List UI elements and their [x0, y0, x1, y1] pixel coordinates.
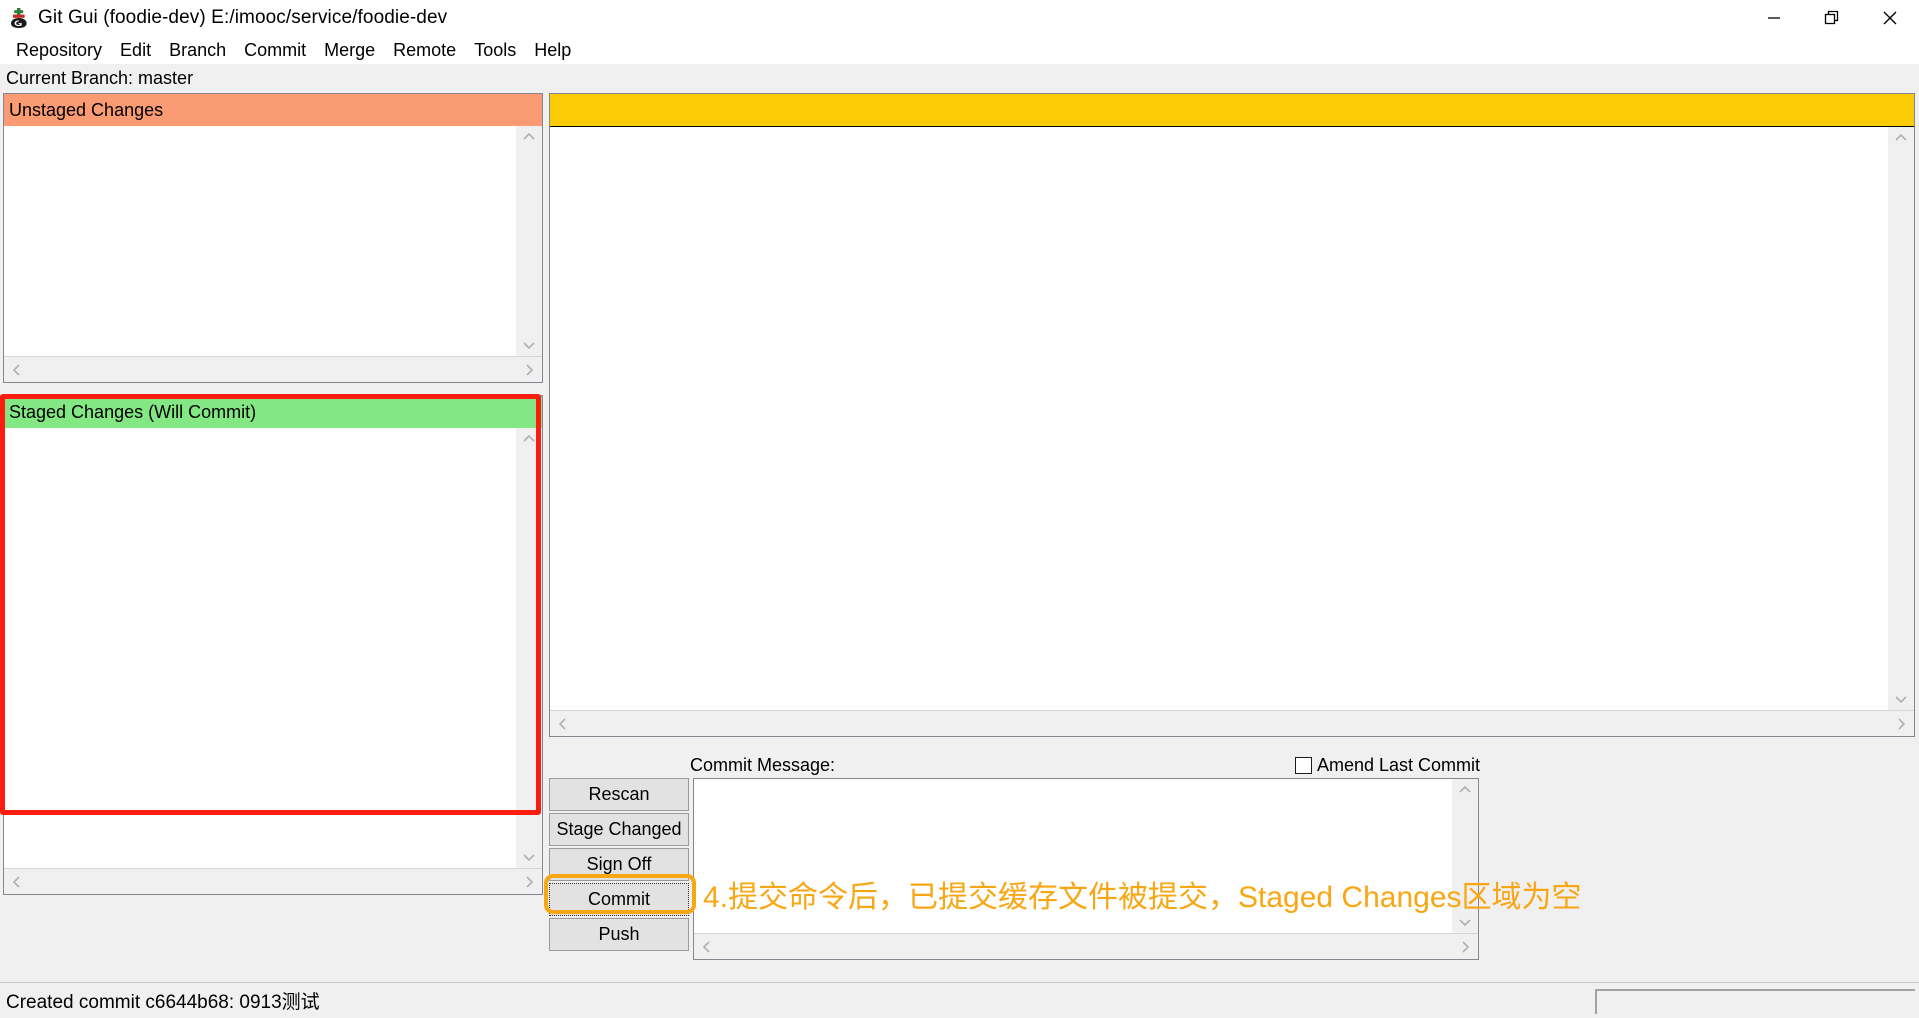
close-icon	[1883, 11, 1897, 25]
scroll-right-icon[interactable]	[516, 361, 542, 379]
stage-changed-button[interactable]: Stage Changed	[549, 813, 689, 846]
menu-bar: Repository Edit Branch Commit Merge Remo…	[0, 36, 1919, 64]
menu-commit[interactable]: Commit	[235, 39, 315, 62]
push-button[interactable]: Push	[549, 918, 689, 951]
checkbox-icon[interactable]	[1294, 756, 1312, 774]
git-gui-window: Git Gui (foodie-dev) E:/imooc/service/fo…	[0, 0, 1919, 1018]
scroll-down-icon[interactable]	[1892, 688, 1910, 710]
rescan-button[interactable]: Rescan	[549, 778, 689, 811]
staged-horizontal-scrollbar[interactable]	[4, 868, 542, 894]
scroll-right-icon[interactable]	[516, 873, 542, 891]
diff-text-area[interactable]	[550, 127, 1888, 710]
diff-viewer	[549, 93, 1915, 737]
scroll-down-icon[interactable]	[520, 846, 538, 868]
menu-merge[interactable]: Merge	[315, 39, 384, 62]
commit-message-label-row: Commit Message: Amend Last Commit	[690, 752, 1480, 778]
scroll-left-icon[interactable]	[4, 873, 30, 891]
staged-changes-list[interactable]	[4, 428, 516, 868]
diff-horizontal-scrollbar[interactable]	[550, 710, 1914, 736]
commit-message-box	[693, 778, 1479, 960]
menu-remote[interactable]: Remote	[384, 39, 465, 62]
window-title: Git Gui (foodie-dev) E:/imooc/service/fo…	[38, 7, 448, 28]
git-gui-icon	[8, 7, 30, 29]
amend-last-commit-checkbox[interactable]: Amend Last Commit	[1294, 754, 1480, 776]
title-bar: Git Gui (foodie-dev) E:/imooc/service/fo…	[0, 0, 1919, 36]
staged-vertical-scrollbar[interactable]	[516, 428, 542, 868]
unstaged-changes-header: Unstaged Changes	[4, 94, 542, 126]
menu-repository[interactable]: Repository	[7, 39, 111, 62]
unstaged-changes-list[interactable]	[4, 126, 516, 356]
scroll-left-icon[interactable]	[4, 361, 30, 379]
scroll-up-icon[interactable]	[520, 126, 538, 148]
window-controls	[1745, 0, 1919, 36]
scroll-down-icon[interactable]	[520, 334, 538, 356]
status-progress-box	[1595, 989, 1915, 1014]
menu-tools[interactable]: Tools	[465, 39, 525, 62]
amend-last-commit-label: Amend Last Commit	[1316, 754, 1480, 775]
annotation-text: 4.提交命令后，已提交缓存文件被提交，Staged Changes区域为空	[703, 881, 1582, 914]
scroll-right-icon[interactable]	[1452, 938, 1478, 956]
diff-vertical-scrollbar[interactable]	[1888, 127, 1914, 710]
scroll-up-icon[interactable]	[520, 428, 538, 450]
status-bar: Created commit c6644b68: 0913测试	[0, 982, 1919, 1018]
scroll-left-icon[interactable]	[550, 715, 576, 733]
status-message: Created commit c6644b68: 0913测试	[6, 992, 320, 1013]
menu-edit[interactable]: Edit	[111, 39, 160, 62]
staged-changes-header: Staged Changes (Will Commit)	[4, 396, 542, 428]
unstaged-vertical-scrollbar[interactable]	[516, 126, 542, 356]
unstaged-changes-panel: Unstaged Changes	[3, 93, 543, 383]
commit-button[interactable]: Commit	[549, 883, 689, 916]
changes-column: Unstaged Changes Staged Changes (Will Co…	[0, 93, 545, 993]
unstaged-horizontal-scrollbar[interactable]	[4, 356, 542, 382]
minimize-icon	[1768, 17, 1780, 19]
restore-icon	[1824, 10, 1839, 25]
maximize-button[interactable]	[1803, 0, 1861, 36]
close-button[interactable]	[1861, 0, 1919, 36]
commit-actions: Rescan Stage Changed Sign Off Commit Pus…	[549, 778, 689, 953]
menu-help[interactable]: Help	[525, 39, 580, 62]
diff-file-header	[550, 94, 1914, 127]
commit-message-horizontal-scrollbar[interactable]	[694, 933, 1478, 959]
current-branch-label: Current Branch: master	[0, 64, 1919, 93]
staged-changes-panel: Staged Changes (Will Commit)	[3, 395, 543, 895]
scroll-up-icon[interactable]	[1892, 127, 1910, 149]
scroll-up-icon[interactable]	[1456, 779, 1474, 801]
scroll-left-icon[interactable]	[694, 938, 720, 956]
minimize-button[interactable]	[1745, 0, 1803, 36]
commit-message-label: Commit Message:	[690, 754, 836, 775]
scroll-right-icon[interactable]	[1888, 715, 1914, 733]
sign-off-button[interactable]: Sign Off	[549, 848, 689, 881]
menu-branch[interactable]: Branch	[160, 39, 235, 62]
